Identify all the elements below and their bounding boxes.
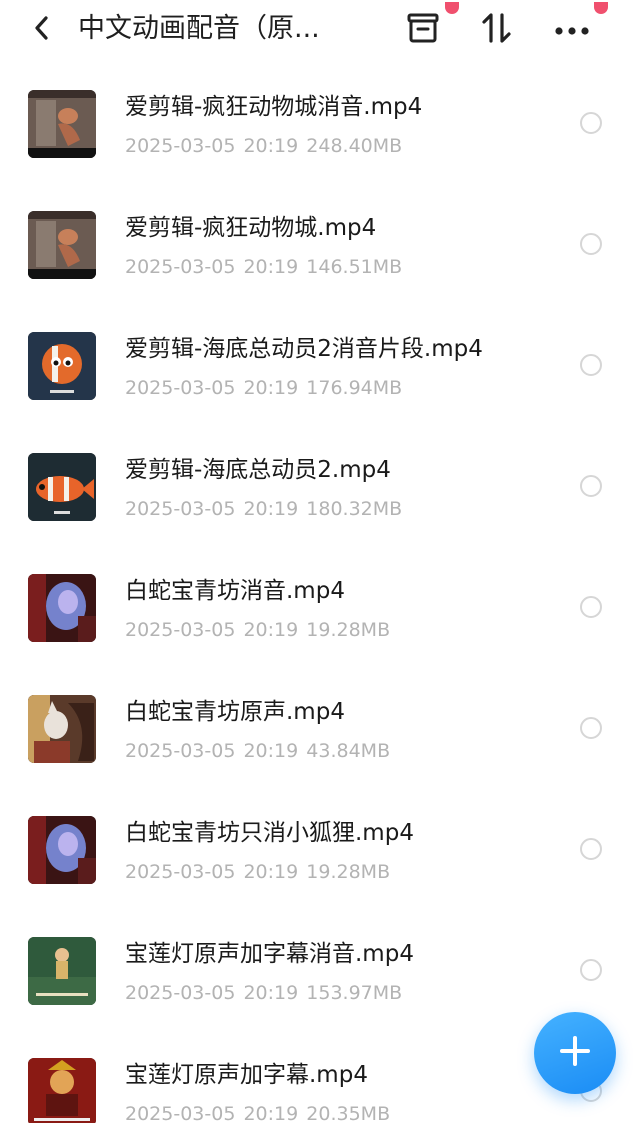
file-size: 248.40MB	[306, 135, 403, 157]
file-name: 白蛇宝青坊消音.mp4	[125, 578, 345, 604]
file-meta: 2025-03-05 20:19 19.28MB	[125, 616, 390, 644]
file-size: 19.28MB	[306, 619, 391, 641]
file-date: 2025-03-05	[125, 740, 236, 762]
video-thumbnail	[28, 332, 96, 400]
back-button[interactable]	[22, 10, 62, 50]
list-item[interactable]: 爱剪辑-海底总动员2消音片段.mp4 2025-03-05 20:19 176.…	[0, 302, 640, 423]
file-list: 爱剪辑-疯狂动物城消音.mp4 2025-03-05 20:19 248.40M…	[0, 60, 640, 1123]
file-name: 宝莲灯原声加字幕.mp4	[125, 1062, 368, 1088]
file-time: 20:19	[243, 619, 299, 641]
file-date: 2025-03-05	[125, 1103, 236, 1123]
video-thumbnail	[28, 816, 96, 884]
file-date: 2025-03-05	[125, 256, 236, 278]
file-meta: 2025-03-05 20:19 248.40MB	[125, 132, 402, 160]
file-time: 20:19	[243, 861, 299, 883]
sort-arrows-icon	[480, 11, 514, 49]
file-date: 2025-03-05	[125, 861, 236, 883]
file-time: 20:19	[243, 740, 299, 762]
file-time: 20:19	[243, 135, 299, 157]
video-thumbnail	[28, 695, 96, 763]
file-date: 2025-03-05	[125, 982, 236, 1004]
notification-badge	[445, 2, 459, 14]
top-bar: 中文动画配音（原...	[0, 0, 640, 58]
file-date: 2025-03-05	[125, 619, 236, 641]
file-meta: 2025-03-05 20:19 20.35MB	[125, 1100, 390, 1123]
add-button[interactable]	[534, 1012, 616, 1094]
file-date: 2025-03-05	[125, 498, 236, 520]
file-size: 176.94MB	[306, 377, 403, 399]
file-meta: 2025-03-05 20:19 153.97MB	[125, 979, 402, 1007]
list-item[interactable]: 白蛇宝青坊消音.mp4 2025-03-05 20:19 19.28MB	[0, 544, 640, 665]
video-thumbnail	[28, 453, 96, 521]
file-name: 爱剪辑-海底总动员2.mp4	[125, 457, 391, 483]
file-time: 20:19	[243, 982, 299, 1004]
select-radio[interactable]	[580, 112, 602, 134]
more-horizontal-icon	[554, 21, 590, 40]
select-radio[interactable]	[580, 354, 602, 376]
file-date: 2025-03-05	[125, 377, 236, 399]
file-date: 2025-03-05	[125, 135, 236, 157]
select-radio[interactable]	[580, 596, 602, 618]
file-list-screen: 中文动画配音（原... 爱剪辑-疯狂动物城消音.mp4 2025-03-05 2…	[0, 0, 640, 1123]
select-radio[interactable]	[580, 233, 602, 255]
list-item[interactable]: 白蛇宝青坊原声.mp4 2025-03-05 20:19 43.84MB	[0, 665, 640, 786]
page-title: 中文动画配音（原...	[78, 13, 320, 44]
list-item[interactable]: 爱剪辑-疯狂动物城.mp4 2025-03-05 20:19 146.51MB	[0, 181, 640, 302]
plus-icon	[558, 1034, 592, 1072]
video-thumbnail	[28, 90, 96, 158]
file-size: 43.84MB	[306, 740, 391, 762]
more-button[interactable]	[550, 2, 608, 52]
file-size: 153.97MB	[306, 982, 403, 1004]
file-size: 19.28MB	[306, 861, 391, 883]
file-name: 爱剪辑-海底总动员2消音片段.mp4	[125, 336, 483, 362]
file-size: 180.32MB	[306, 498, 403, 520]
file-name: 爱剪辑-疯狂动物城.mp4	[125, 215, 377, 241]
file-name: 爱剪辑-疯狂动物城消音.mp4	[125, 94, 423, 120]
select-radio[interactable]	[580, 838, 602, 860]
file-time: 20:19	[243, 256, 299, 278]
file-name: 白蛇宝青坊只消小狐狸.mp4	[125, 820, 414, 846]
file-time: 20:19	[243, 498, 299, 520]
video-thumbnail	[28, 1058, 96, 1123]
list-item[interactable]: 宝莲灯原声加字幕消音.mp4 2025-03-05 20:19 153.97MB	[0, 907, 640, 1028]
chevron-left-icon	[31, 14, 53, 46]
file-meta: 2025-03-05 20:19 176.94MB	[125, 374, 402, 402]
file-meta: 2025-03-05 20:19 43.84MB	[125, 737, 390, 765]
file-name: 宝莲灯原声加字幕消音.mp4	[125, 941, 414, 967]
notification-badge	[594, 2, 608, 14]
file-time: 20:19	[243, 377, 299, 399]
video-thumbnail	[28, 574, 96, 642]
video-thumbnail	[28, 937, 96, 1005]
video-thumbnail	[28, 211, 96, 279]
list-item[interactable]: 白蛇宝青坊只消小狐狸.mp4 2025-03-05 20:19 19.28MB	[0, 786, 640, 907]
file-time: 20:19	[243, 1103, 299, 1123]
select-radio[interactable]	[580, 959, 602, 981]
sort-button[interactable]	[475, 8, 519, 52]
select-radio[interactable]	[580, 717, 602, 739]
file-name: 白蛇宝青坊原声.mp4	[125, 699, 345, 725]
file-size: 146.51MB	[306, 256, 403, 278]
archive-box-icon	[406, 12, 440, 48]
file-meta: 2025-03-05 20:19 146.51MB	[125, 253, 402, 281]
list-item[interactable]: 爱剪辑-疯狂动物城消音.mp4 2025-03-05 20:19 248.40M…	[0, 60, 640, 181]
list-item[interactable]: 爱剪辑-海底总动员2.mp4 2025-03-05 20:19 180.32MB	[0, 423, 640, 544]
file-size: 20.35MB	[306, 1103, 391, 1123]
archive-button[interactable]	[401, 2, 459, 52]
select-radio[interactable]	[580, 475, 602, 497]
file-meta: 2025-03-05 20:19 19.28MB	[125, 858, 390, 886]
file-meta: 2025-03-05 20:19 180.32MB	[125, 495, 402, 523]
